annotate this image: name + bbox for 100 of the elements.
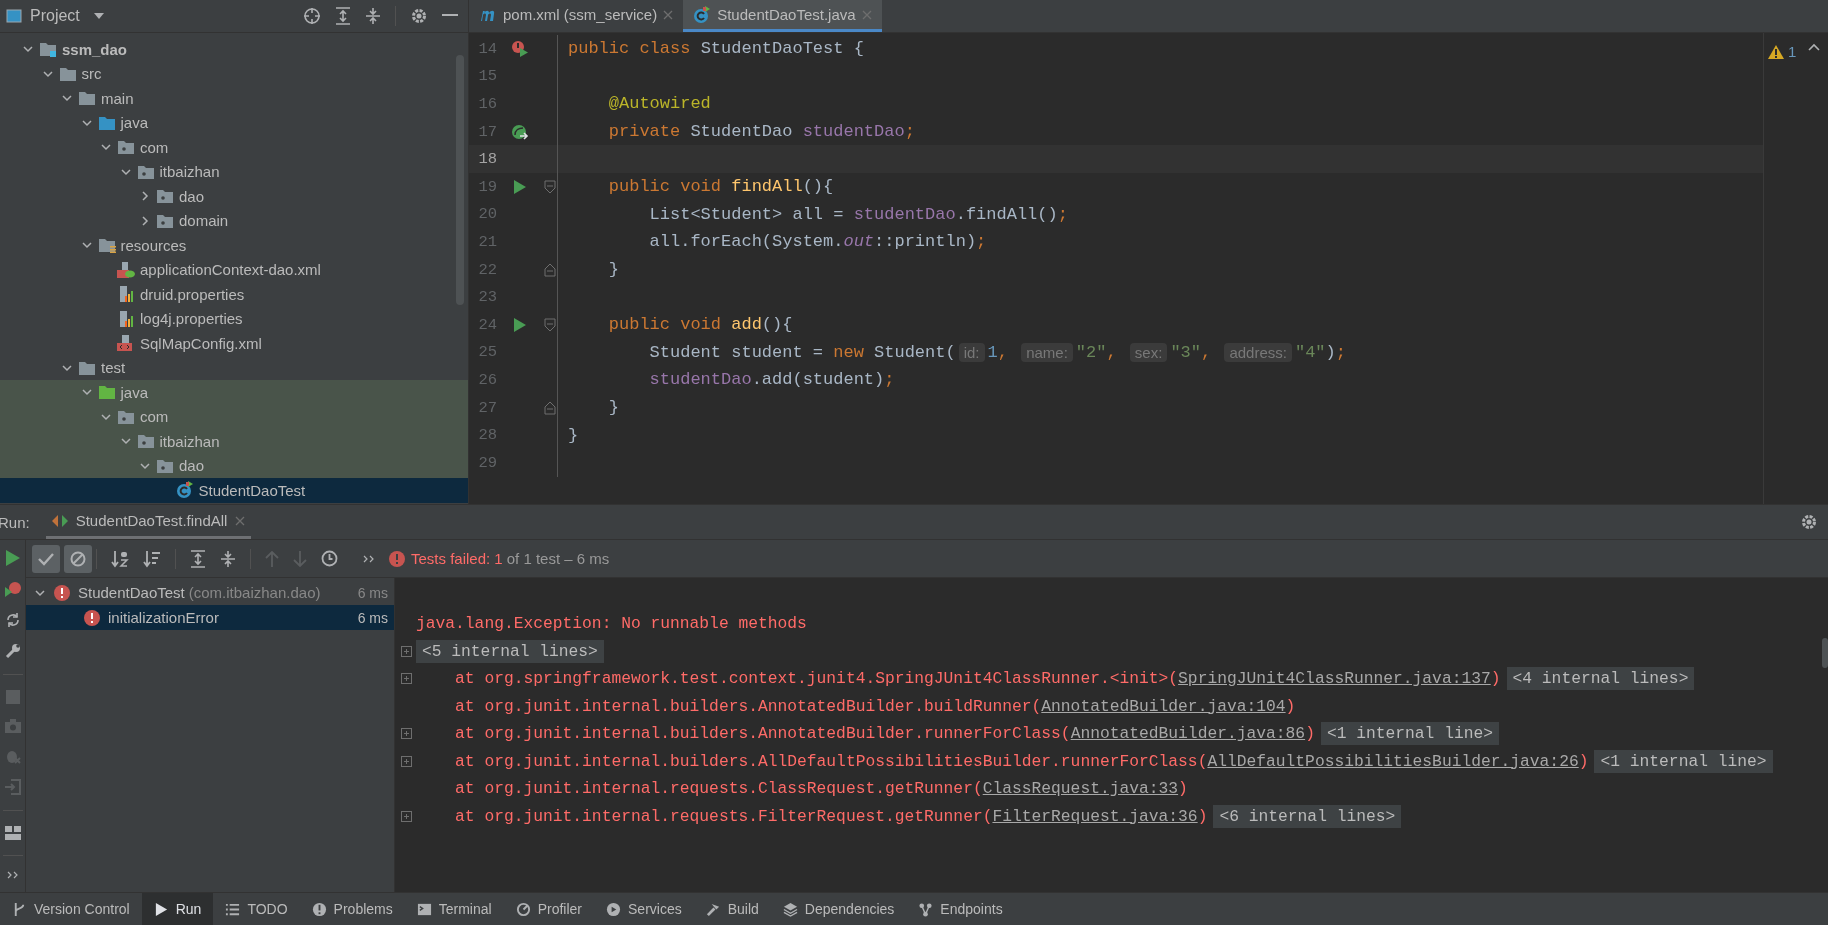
expand-icon[interactable] [401,755,412,767]
tree-item[interactable]: applicationContext-dao.xml [0,257,468,282]
tool-window-button[interactable]: TODO [213,893,300,925]
run-tab[interactable]: StudentDaoTest.findAll [45,505,252,539]
rerun-failed-icon[interactable] [4,581,21,597]
parameter-hint: address: [1224,342,1292,362]
tree-item[interactable]: SqlMapConfig.xml [0,331,468,356]
folder-icon [58,65,77,82]
show-ignored-toggle[interactable] [64,544,92,573]
run-icon[interactable] [514,179,526,194]
parameter-hint: name: [1021,342,1073,362]
code-token: .add(student) [751,370,885,390]
history-icon[interactable] [321,549,339,568]
endpoints-icon [918,901,934,917]
caret-up-icon[interactable] [1808,43,1821,51]
settings-icon[interactable] [1800,513,1818,531]
tree-item[interactable]: test [0,355,468,380]
minimize-icon[interactable] [442,14,458,18]
sort-duration-icon[interactable] [143,549,161,568]
test-result-row[interactable]: StudentDaoTest (com.itbaizhan.dao) 6 ms [26,580,394,605]
tree-item[interactable]: main [0,86,468,111]
locate-icon[interactable] [303,7,321,25]
tool-window-button[interactable]: Terminal [404,893,504,925]
fold-icon[interactable] [544,179,556,194]
chevron-icon[interactable] [139,190,151,203]
chevron-icon[interactable] [139,214,151,227]
tool-window-button[interactable]: Run [141,893,214,925]
run-failed-icon[interactable] [512,40,528,57]
dropdown-icon[interactable] [93,13,104,19]
bean-icon[interactable] [511,123,529,140]
collapse-all-icon[interactable] [365,7,381,25]
source-link[interactable]: AllDefaultPossibilitiesBuilder.java:26 [1207,751,1579,771]
code-token: private [607,122,682,142]
line-number: 23 [477,288,497,307]
sort-alpha-icon[interactable] [111,549,129,568]
folded-lines[interactable]: <1 internal line> [1594,749,1773,773]
expand-icon[interactable] [401,645,412,657]
tree-item[interactable]: StudentDaoTest [0,478,468,503]
collapse-all-icon[interactable] [220,549,236,568]
layout-icon[interactable] [4,826,21,840]
source-link[interactable]: AnnotatedBuilder.java:86 [1070,724,1306,744]
code-token: studentDao [853,204,956,224]
tree-item[interactable]: domain [0,208,468,233]
folded-lines[interactable]: <1 internal line> [1320,722,1499,746]
settings-icon[interactable] [410,7,428,25]
expand-icon[interactable] [401,810,412,822]
editor-tab[interactable]: StudentDaoTest.java [683,0,882,32]
code-token: "3" [1170,342,1201,362]
code-token: studentDao [802,122,905,142]
tree-item[interactable]: log4j.properties [0,306,468,331]
more-icon[interactable] [6,871,19,879]
tree-item[interactable]: java [0,110,468,135]
rerun-icon[interactable] [5,550,20,566]
scrollbar[interactable] [1822,638,1828,668]
tool-window-button[interactable]: Endpoints [906,893,1015,925]
warning-count[interactable]: 1 [1768,43,1797,60]
folded-lines[interactable]: <5 internal lines> [416,639,604,663]
editor-tab[interactable]: pom.xml (ssm_service) [469,0,684,32]
expand-all-icon[interactable] [335,7,351,25]
tree-item[interactable]: dao [0,453,468,478]
code-token: ; [1057,204,1068,224]
tree-item[interactable]: dao [0,184,468,209]
folded-lines[interactable]: <6 internal lines> [1213,804,1402,828]
tree-item[interactable]: resources [0,233,468,258]
expand-icon[interactable] [401,728,412,740]
tree-item[interactable]: itbaizhan [0,159,468,184]
tool-window-button[interactable]: Problems [299,893,405,925]
tool-window-button[interactable]: Services [594,893,694,925]
folded-lines[interactable]: <4 internal lines> [1506,667,1695,691]
expand-all-icon[interactable] [190,549,206,568]
folder-icon [97,237,116,254]
show-passed-toggle[interactable] [32,544,60,573]
code-token: ; [976,232,987,252]
wrench-icon[interactable] [4,643,21,659]
tree-item[interactable]: itbaizhan [0,429,468,454]
code-token: (){ [761,315,793,335]
more-icon[interactable] [363,554,375,563]
line-number: 22 [477,260,497,279]
tree-item[interactable]: java [0,380,468,405]
tree-item[interactable]: ssm_dao [0,37,468,62]
fold-icon[interactable] [544,262,556,277]
source-link[interactable]: FilterRequest.java:36 [992,806,1198,826]
fold-icon[interactable] [544,400,556,415]
tool-window-button[interactable]: Version Control [0,893,142,925]
source-link[interactable]: ClassRequest.java:33 [982,779,1179,799]
source-link[interactable]: SpringJUnit4ClassRunner.java:137 [1178,669,1491,689]
tree-item[interactable]: druid.properties [0,282,468,307]
tree-item[interactable]: src [0,61,468,86]
tool-window-button[interactable]: Dependencies [770,893,907,925]
tree-item[interactable]: com [0,135,468,160]
tree-item[interactable]: com [0,404,468,429]
expand-icon[interactable] [401,673,412,685]
fold-icon[interactable] [544,317,556,332]
source-link[interactable]: AnnotatedBuilder.java:104 [1041,696,1286,716]
tool-window-button[interactable]: Profiler [503,893,594,925]
panel-title[interactable]: Project [30,7,80,25]
tool-window-button[interactable]: Build [693,893,771,925]
run-icon[interactable] [514,317,526,332]
test-result-row[interactable]: initializationError 6 ms [26,605,394,630]
sync-icon[interactable] [4,612,21,628]
